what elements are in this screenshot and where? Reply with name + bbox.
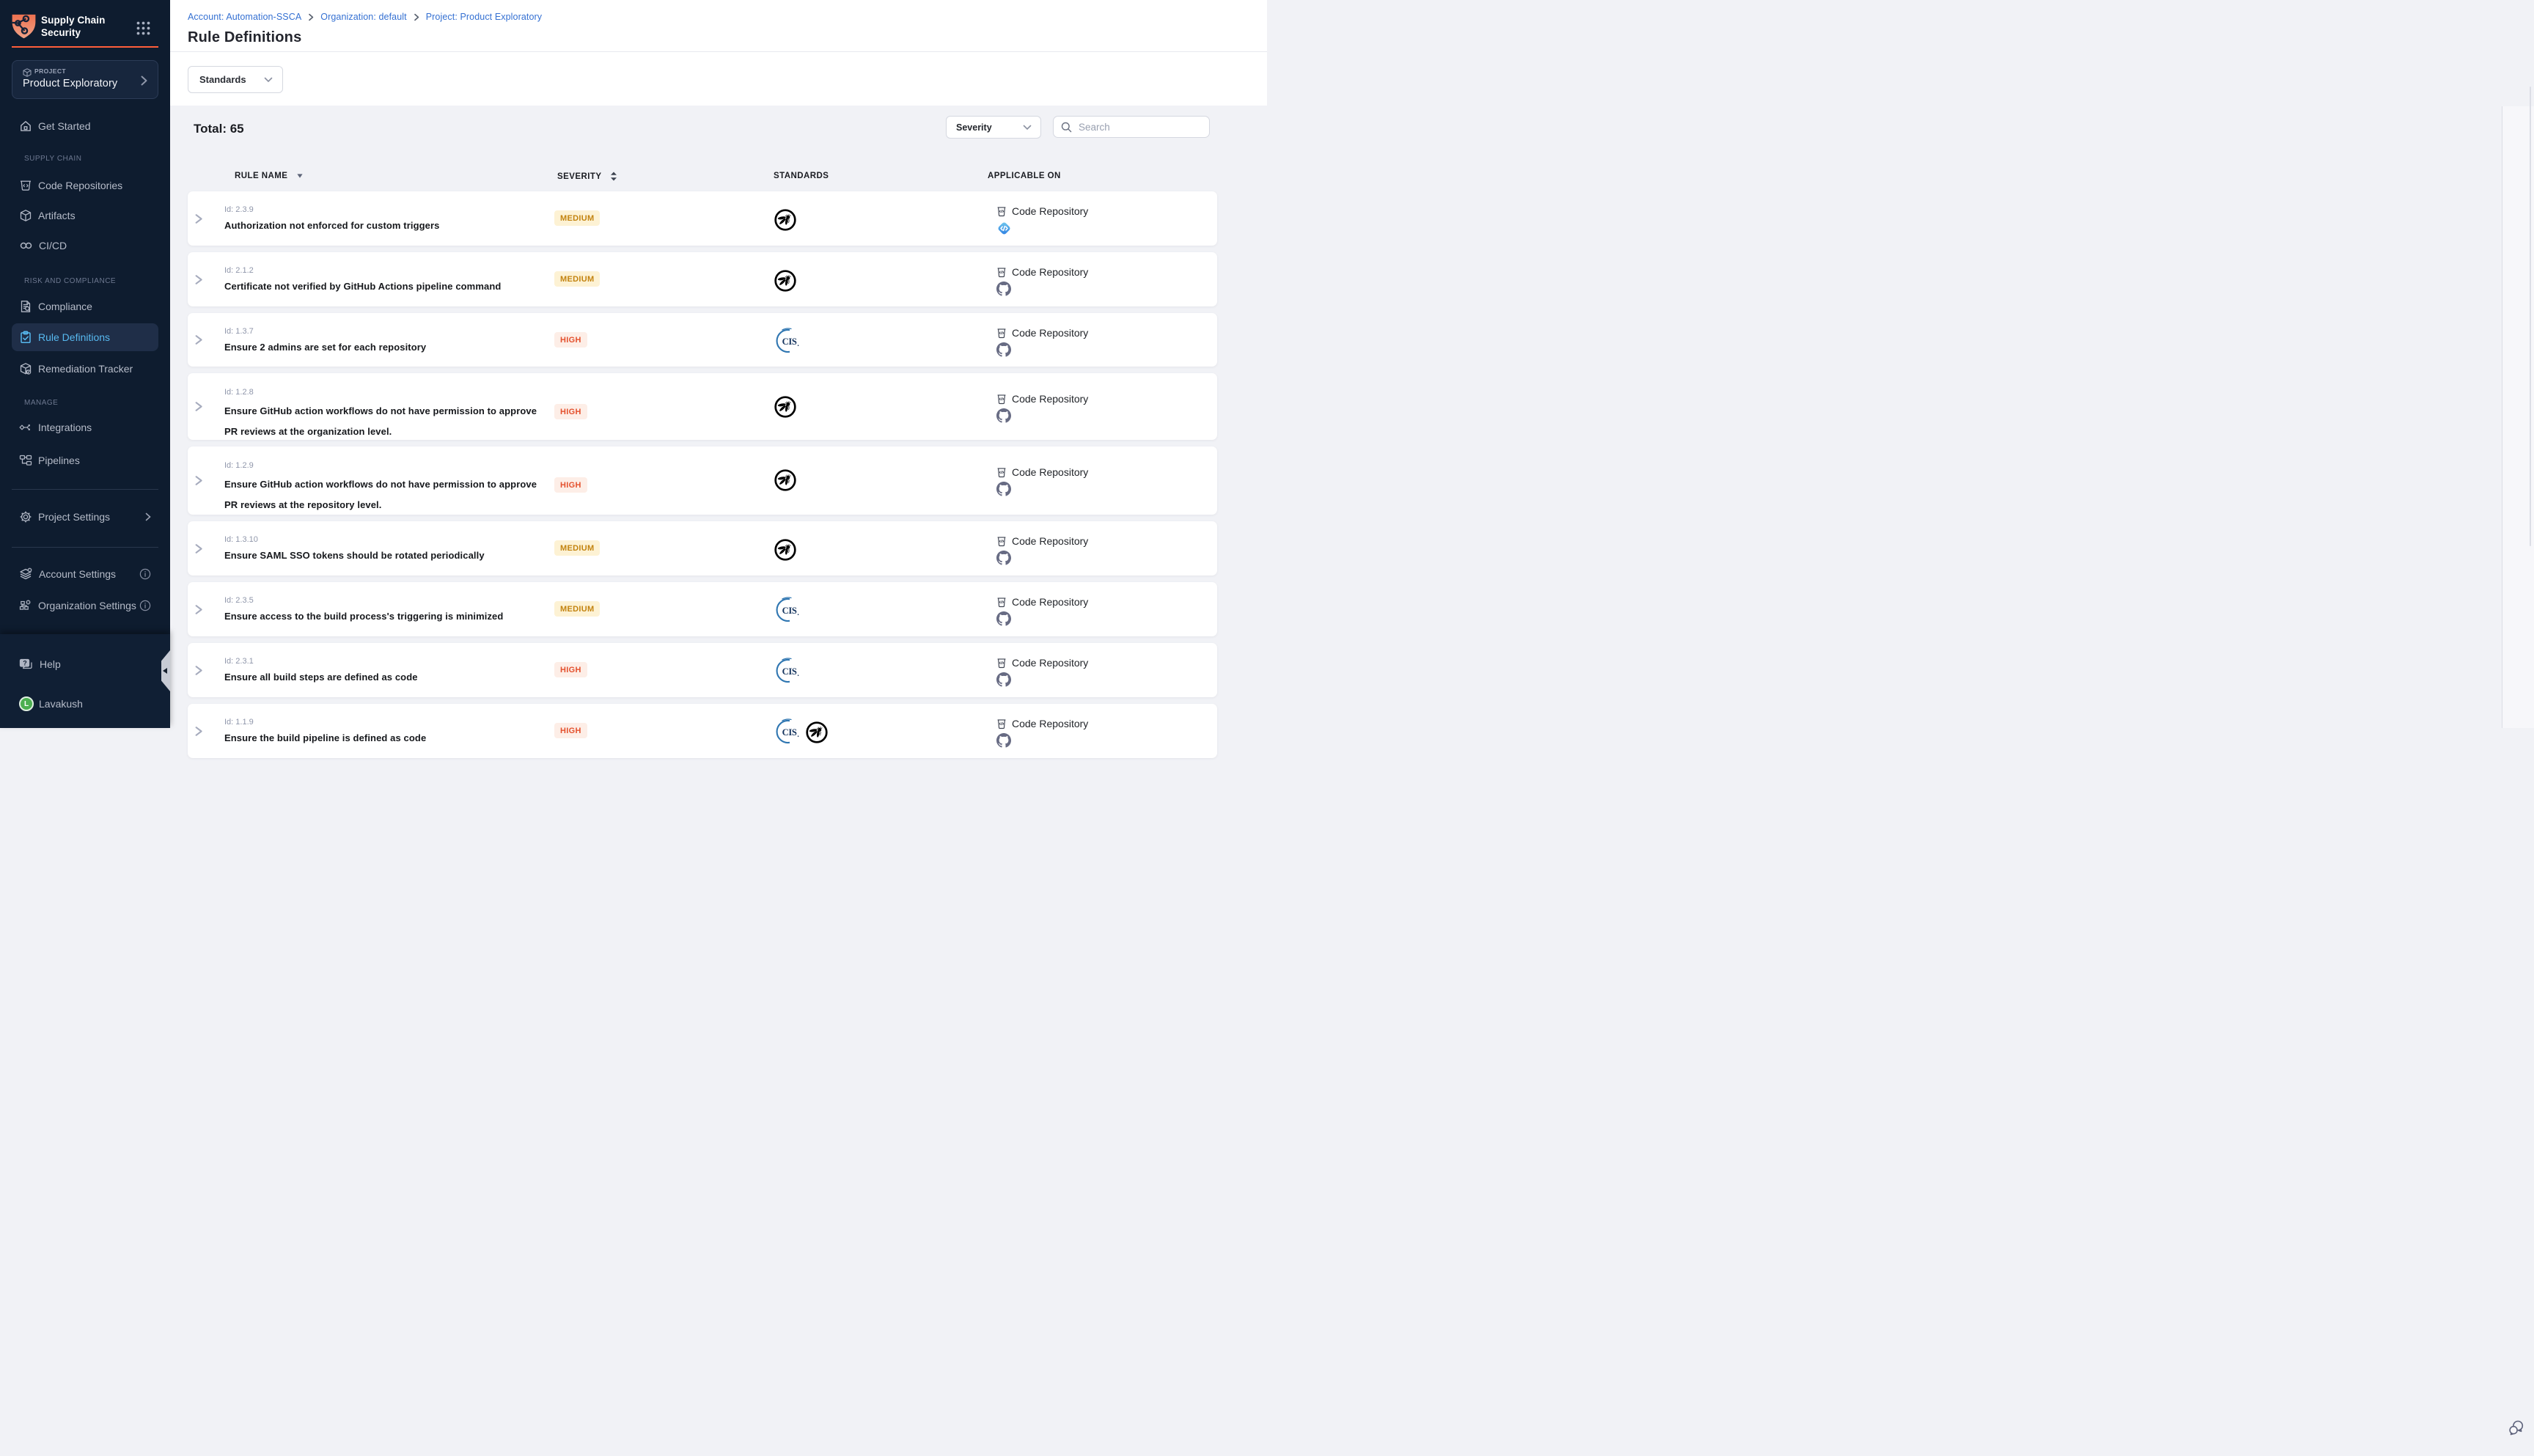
svg-text:CIS: CIS bbox=[782, 666, 797, 677]
svg-text:CIS: CIS bbox=[782, 727, 797, 738]
svg-text:CIS: CIS bbox=[782, 606, 797, 616]
svg-text:?: ? bbox=[23, 659, 27, 666]
svg-text:CIS: CIS bbox=[782, 337, 797, 347]
